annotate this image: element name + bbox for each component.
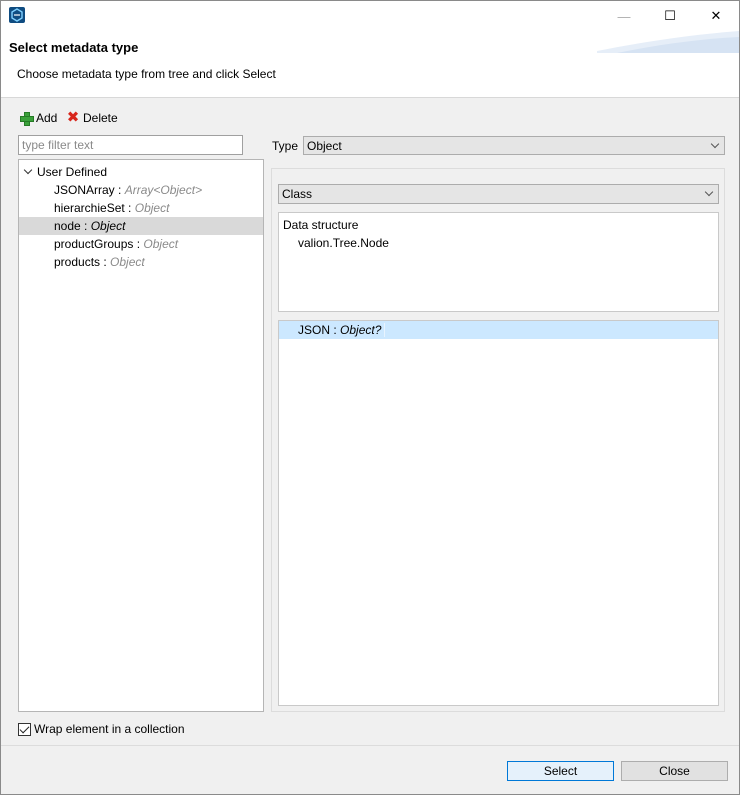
title-bar: — ☐ ✕	[1, 1, 739, 31]
chevron-down-icon	[704, 187, 714, 197]
members-list: JSON : Object?	[278, 320, 719, 706]
delete-icon: ✖	[66, 109, 80, 126]
add-icon	[19, 111, 34, 126]
wrap-collection-label: Wrap element in a collection	[34, 722, 185, 736]
tree-item-name: productGroups	[54, 237, 134, 251]
dialog-header: Select metadata type Choose metadata typ…	[1, 31, 739, 98]
type-select[interactable]: Object	[303, 136, 725, 155]
dialog-window: — ☐ ✕ Select metadata type Choose metada…	[0, 0, 740, 795]
add-label: Add	[36, 111, 58, 125]
delete-button[interactable]: ✖ Delete	[66, 110, 118, 126]
data-structure-title: Data structure	[283, 218, 359, 232]
tree-item-name: hierarchieSet	[54, 201, 125, 215]
header-banner-graphic	[597, 31, 739, 53]
tree-item-type: Object	[143, 237, 179, 251]
filter-input[interactable]	[18, 135, 243, 155]
chevron-down-icon[interactable]	[23, 167, 33, 177]
dialog-title: Select metadata type	[9, 40, 139, 55]
tree-item-name: node	[54, 219, 81, 233]
tree-item[interactable]: products : Object	[19, 253, 263, 271]
tree-item-type: Array<Object>	[124, 183, 203, 197]
member-label: JSON : Object?	[298, 323, 386, 337]
type-tree: User Defined JSONArray : Array<Object> hi…	[18, 159, 264, 712]
tree-item-name: JSONArray	[54, 183, 115, 197]
tree-item-type: Object	[134, 201, 170, 215]
type-select-value: Object	[307, 138, 342, 153]
tree-item[interactable]: JSONArray : Array<Object>	[19, 181, 263, 199]
member-type: Object?	[340, 323, 382, 337]
tree-item-type: Object	[110, 255, 145, 269]
tree-item-separator: :	[114, 183, 125, 197]
close-window-button[interactable]: ✕	[693, 1, 739, 31]
footer-divider	[1, 745, 739, 746]
tree-item-separator: :	[124, 201, 135, 215]
class-select-value: Class	[282, 187, 313, 201]
member-separator: :	[330, 323, 341, 337]
tree-root-user-defined[interactable]: User Defined	[23, 163, 107, 181]
minimize-button[interactable]: —	[601, 1, 647, 31]
type-label: Type	[272, 139, 299, 153]
add-button[interactable]: Add	[19, 110, 57, 126]
delete-label: Delete	[83, 111, 118, 125]
maximize-button[interactable]: ☐	[647, 1, 693, 31]
class-select[interactable]: Class	[278, 184, 719, 204]
app-icon	[9, 7, 25, 23]
tree-item-separator: :	[133, 237, 144, 251]
select-button[interactable]: Select	[507, 761, 614, 781]
data-structure-value: valion.Tree.Node	[298, 236, 389, 250]
dialog-description: Choose metadata type from tree and click…	[17, 67, 276, 81]
close-button[interactable]: Close	[621, 761, 728, 781]
data-structure-panel: Data structure valion.Tree.Node	[278, 212, 719, 312]
tree-item-name: products	[54, 255, 101, 269]
chevron-down-icon	[710, 139, 720, 148]
tree-item[interactable]: productGroups : Object	[19, 235, 263, 253]
tree-item[interactable]: node : Object	[19, 217, 263, 235]
tree-root-label: User Defined	[37, 165, 108, 179]
wrap-collection-checkbox[interactable]	[18, 722, 31, 736]
tree-item-separator: :	[100, 255, 111, 269]
wrap-collection-option[interactable]: Wrap element in a collection	[18, 721, 185, 737]
tree-item[interactable]: hierarchieSet : Object	[19, 199, 263, 217]
list-item[interactable]: JSON : Object?	[279, 321, 718, 339]
member-name: JSON	[298, 323, 331, 337]
tree-item-type: Object	[90, 219, 126, 233]
tree-item-separator: :	[80, 219, 91, 233]
